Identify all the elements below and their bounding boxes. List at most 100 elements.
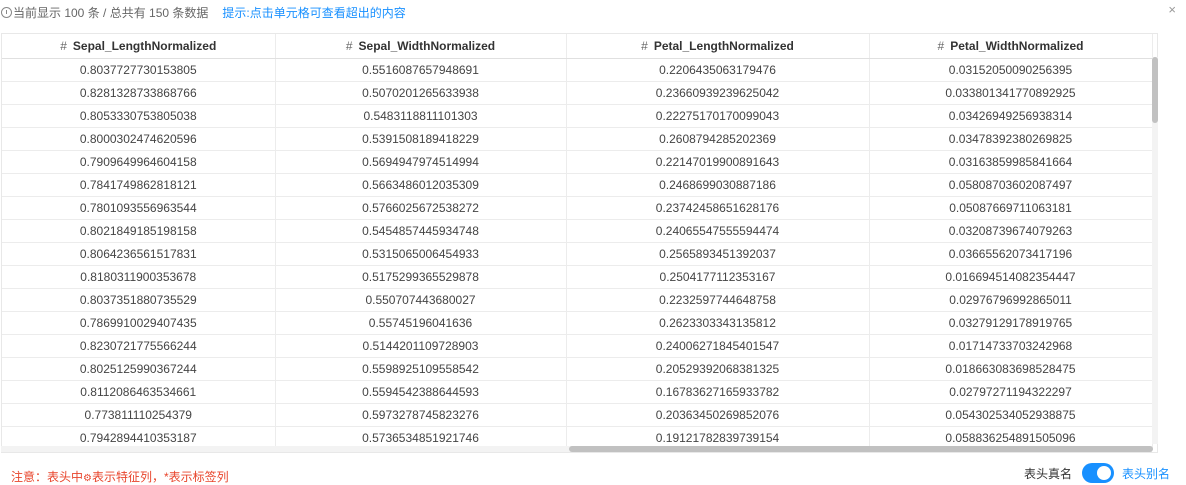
table-cell[interactable]: 0.7909649964604158	[2, 150, 276, 174]
table-cell[interactable]: 0.7801093556963544	[2, 196, 276, 220]
table-cell[interactable]: 0.2565893451392037	[566, 242, 870, 266]
table-row: 0.8021849185198158 0.5454857445934748 0.24…	[2, 219, 1153, 243]
column-header-petal-length[interactable]: # Petal_LengthNormalized	[566, 34, 870, 59]
table-cell[interactable]: 0.8025125990367244	[2, 357, 276, 381]
table-cell[interactable]: 0.5694947974514994	[275, 150, 567, 174]
table-cell[interactable]: 0.8021849185198158	[2, 219, 276, 243]
table-cell[interactable]: 0.03152050090256395	[869, 58, 1153, 82]
data-table: # Sepal_LengthNormalized # Sepal_WidthNorm…	[2, 34, 1153, 450]
column-header-label: Petal_LengthNormalized	[653, 38, 794, 53]
table-cell[interactable]: 0.8037727730153805	[2, 58, 276, 82]
table-cell[interactable]: 0.16783627165933782	[566, 380, 870, 404]
table-cell[interactable]: 0.20363450269852076	[566, 403, 870, 427]
table-cell[interactable]: 0.5598925109558542	[275, 357, 567, 381]
table-cell[interactable]: 0.03208739674079263	[869, 219, 1153, 243]
table-cell[interactable]: 0.2232597744648758	[566, 288, 870, 312]
table-cell[interactable]: 0.8281328733868766	[2, 81, 276, 105]
feature-gear-icon: ⚙	[83, 473, 92, 484]
table-cell[interactable]: 0.03478392380269825	[869, 127, 1153, 151]
table-cell[interactable]: 0.2468699030887186	[566, 173, 870, 197]
table-cell[interactable]: 0.2623303343135812	[566, 311, 870, 335]
table-cell[interactable]: 0.5175299365529878	[275, 265, 567, 289]
column-header-label: Sepal_WidthNormalized	[358, 38, 496, 53]
table-cell[interactable]: 0.8180311900353678	[2, 265, 276, 289]
note-suffix: 表示特征列，*表示标签列	[91, 470, 229, 484]
table-cell[interactable]: 0.8230721775566244	[2, 334, 276, 358]
table-row: 0.7841749862818121 0.5663486012035309 0.24…	[2, 173, 1153, 197]
table-cell[interactable]: 0.03426949256938314	[869, 104, 1153, 128]
vertical-scroll-thumb[interactable]	[1152, 57, 1158, 123]
column-header-petal-width[interactable]: # Petal_WidthNormalized	[869, 34, 1153, 59]
column-header-sepal-width[interactable]: # Sepal_WidthNormalized	[275, 34, 567, 59]
table-cell[interactable]: 0.24065547555594474	[566, 219, 870, 243]
table-header-row: # Sepal_LengthNormalized # Sepal_WidthNorm…	[2, 34, 1153, 59]
table-cell[interactable]: 0.05087669711063181	[869, 196, 1153, 220]
table-cell[interactable]: 0.03163859985841664	[869, 150, 1153, 174]
table-cell[interactable]: 0.05808703602087497	[869, 173, 1153, 197]
table-row: 0.773811110254379 0.5973278745823276 0.203…	[2, 403, 1153, 427]
table-cell[interactable]: 0.7841749862818121	[2, 173, 276, 197]
table-cell[interactable]: 0.23660939239625042	[566, 81, 870, 105]
table-cell[interactable]: 0.8000302474620596	[2, 127, 276, 151]
table-cell[interactable]: 0.5144201109728903	[275, 334, 567, 358]
column-header-sepal-length[interactable]: # Sepal_LengthNormalized	[2, 34, 276, 59]
table-cell[interactable]: 0.03665562073417196	[869, 242, 1153, 266]
table-row: 0.8053330753805038 0.5483118811101303 0.22…	[2, 104, 1153, 128]
table-cell[interactable]: 0.2608794285202369	[566, 127, 870, 151]
top-info-bar: 当前显示 100 条 / 总共有 150 条数据 提示:点击单元格可查看超出的内…	[0, 0, 1186, 24]
table-row: 0.8025125990367244 0.5598925109558542 0.20…	[2, 357, 1153, 381]
table-cell[interactable]: 0.22147019900891643	[566, 150, 870, 174]
table-cell[interactable]: 0.5070201265633938	[275, 81, 567, 105]
horizontal-scroll-thumb[interactable]	[569, 446, 1153, 452]
table-cell[interactable]: 0.5663486012035309	[275, 173, 567, 197]
table-cell[interactable]: 0.03279129178919765	[869, 311, 1153, 335]
table-row: 0.7869910029407435 0.55745196041636 0.2623…	[2, 311, 1153, 335]
table-cell[interactable]: 0.8037351880735529	[2, 288, 276, 312]
table-cell[interactable]: 0.5766025672538272	[275, 196, 567, 220]
table-cell[interactable]: 0.5516087657948691	[275, 58, 567, 82]
horizontal-scrollbar[interactable]	[1, 446, 1153, 452]
table-cell[interactable]: 0.550707443680027	[275, 288, 567, 312]
table-cell[interactable]: 0.02976796992865011	[869, 288, 1153, 312]
table-cell[interactable]: 0.2504177112353167	[566, 265, 870, 289]
table-cell[interactable]: 0.5454857445934748	[275, 219, 567, 243]
vertical-scrollbar[interactable]	[1152, 57, 1158, 444]
table-cell[interactable]: 0.7869910029407435	[2, 311, 276, 335]
table-cell[interactable]: 0.20529392068381325	[566, 357, 870, 381]
table-cell[interactable]: 0.5483118811101303	[275, 104, 567, 128]
table-cell[interactable]: 0.5594542388644593	[275, 380, 567, 404]
table-cell[interactable]: 0.55745196041636	[275, 311, 567, 335]
table-row: 0.8037351880735529 0.550707443680027 0.223…	[2, 288, 1153, 312]
numeric-type-icon: #	[60, 38, 67, 53]
table-row: 0.8064236561517831 0.5315065006454933 0.25…	[2, 242, 1153, 266]
table-cell[interactable]: 0.054302534052938875	[869, 403, 1153, 427]
table-cell[interactable]: 0.22275170170099043	[566, 104, 870, 128]
clock-icon	[1, 6, 12, 18]
close-icon[interactable]: ×	[1168, 2, 1176, 17]
numeric-type-icon: #	[937, 38, 945, 53]
table-cell[interactable]: 0.018663083698528475	[869, 357, 1153, 381]
data-table-container[interactable]: # Sepal_LengthNormalized # Sepal_WidthNorm…	[1, 33, 1158, 453]
header-alias-toggle[interactable]	[1081, 463, 1114, 483]
table-cell[interactable]: 0.5973278745823276	[275, 403, 567, 427]
table-cell[interactable]: 0.24006271845401547	[566, 334, 870, 358]
real-name-label: 表头真名	[1023, 466, 1072, 481]
table-cell[interactable]: 0.773811110254379	[2, 403, 276, 427]
table-cell[interactable]: 0.23742458651628176	[566, 196, 870, 220]
table-cell[interactable]: 0.02797271194322297	[869, 380, 1153, 404]
table-cell[interactable]: 0.8064236561517831	[2, 242, 276, 266]
alias-name-label: 表头别名	[1121, 466, 1170, 481]
table-cell[interactable]: 0.5315065006454933	[275, 242, 567, 266]
legend-note: 注意：表头中⚙表示特征列，*表示标签列	[11, 468, 229, 485]
table-row: 0.8037727730153805 0.5516087657948691 0.22…	[2, 58, 1153, 82]
cell-click-tip: 提示:点击单元格可查看超出的内容	[222, 5, 406, 20]
table-cell[interactable]: 0.8053330753805038	[2, 104, 276, 128]
numeric-type-icon: #	[641, 38, 648, 53]
table-cell[interactable]: 0.016694514082354447	[869, 265, 1153, 289]
table-cell[interactable]: 0.2206435063179476	[566, 58, 870, 82]
table-cell[interactable]: 0.01714733703242968	[869, 334, 1153, 358]
table-cell[interactable]: 0.033801341770892925	[869, 81, 1153, 105]
table-cell[interactable]: 0.8112086463534661	[2, 380, 276, 404]
numeric-type-icon: #	[345, 38, 353, 53]
table-cell[interactable]: 0.5391508189418229	[275, 127, 567, 151]
